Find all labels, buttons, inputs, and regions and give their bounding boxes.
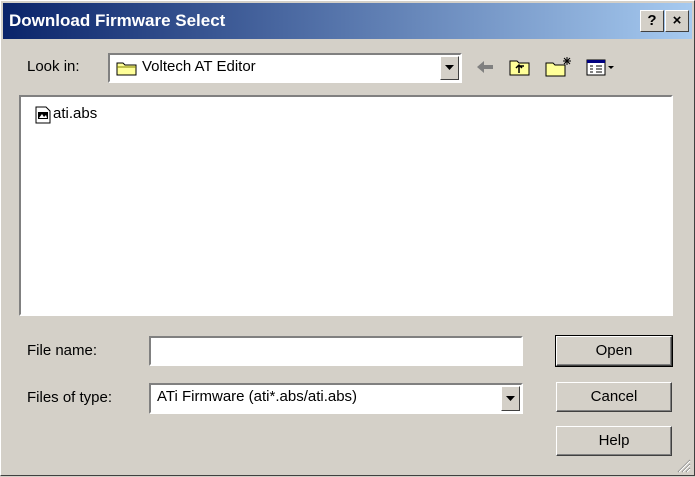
file-name-label: File name: — [27, 342, 98, 359]
files-of-type-value: ATi Firmware (ati*.abs/ati.abs) — [157, 388, 358, 405]
chevron-down-icon — [506, 395, 515, 401]
file-name-input[interactable] — [149, 336, 523, 366]
look-in-combo[interactable]: Voltech AT Editor — [108, 53, 462, 83]
open-button[interactable]: Open — [555, 335, 673, 367]
file-name: ati.abs — [53, 105, 98, 122]
new-folder-icon[interactable] — [544, 54, 574, 80]
view-menu-icon[interactable] — [584, 54, 624, 80]
files-of-type-label: Files of type: — [27, 389, 113, 406]
folder-icon — [116, 60, 138, 80]
chevron-down-icon — [445, 65, 454, 70]
cancel-button[interactable]: Cancel — [556, 382, 672, 412]
title-bar[interactable]: Download Firmware Select ? × — [3, 3, 692, 39]
file-list[interactable]: ati.abs — [19, 95, 673, 316]
look-in-value: Voltech AT Editor — [142, 58, 256, 75]
close-title-button[interactable]: × — [665, 10, 689, 32]
resize-grip-icon[interactable] — [675, 457, 691, 477]
look-in-dropdown-button[interactable] — [440, 56, 459, 80]
files-of-type-dropdown-button[interactable] — [501, 386, 520, 411]
window-title: Download Firmware Select — [9, 11, 226, 30]
back-arrow-icon[interactable] — [473, 54, 497, 80]
file-icon — [35, 106, 51, 128]
help-button[interactable]: Help — [556, 426, 672, 456]
files-of-type-combo[interactable]: ATi Firmware (ati*.abs/ati.abs) — [149, 383, 523, 414]
look-in-label: Look in: — [27, 58, 80, 75]
up-folder-icon[interactable] — [508, 54, 532, 80]
file-dialog-window: Download Firmware Select ? × Look in: Vo… — [0, 0, 695, 476]
help-title-button[interactable]: ? — [640, 10, 664, 32]
